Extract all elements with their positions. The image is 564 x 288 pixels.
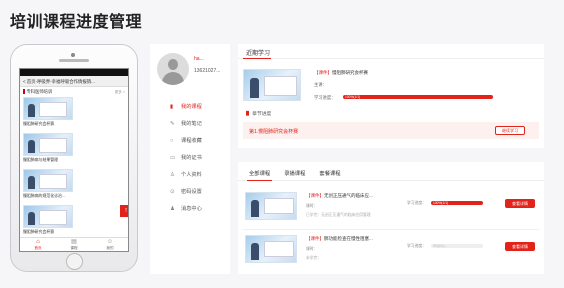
course-hours: 课时： — [306, 204, 318, 208]
menu-item-my-notes[interactable]: ✎ 我的笔记 — [150, 115, 230, 132]
section-header-specialist: 专科医师培训 更多 > — [20, 87, 128, 97]
star-icon: ○ — [170, 137, 174, 144]
home-icon: ⌂ — [36, 239, 40, 245]
user-phone: 13621027... — [194, 68, 221, 74]
menu-item-my-courses[interactable]: ▮ 我的课程 — [150, 98, 230, 115]
course-icon: ▮ — [170, 103, 174, 110]
course-row: 【课件】肺功能检查在慢性阻塞... 课时： 未学完： 学习进度： 0%(0/1)… — [243, 232, 539, 270]
course-progress-bar: 0%(0/1) — [431, 244, 483, 248]
course-card-title: 慢阻肺病与结果管理 — [23, 157, 59, 162]
tab-package-courses[interactable]: 套餐课程 — [312, 162, 347, 180]
profile-menu: ▮ 我的课程 ✎ 我的笔记 ○ 课程收藏 ▭ 我的证书 ♙ 个人资料 ⊙ 密码设置 ♟ 消息中… — [150, 98, 230, 217]
course-thumbnail[interactable] — [245, 235, 297, 263]
arrow-up-icon[interactable]: ↑ — [120, 205, 128, 217]
course-title[interactable]: 【课件】无创正压通气的临床应... — [306, 193, 373, 199]
course-status: 未学完： — [306, 256, 322, 260]
course-progress-label: 学习进度： — [407, 244, 426, 248]
course-thumbnail — [23, 133, 73, 156]
menu-item-profile[interactable]: ♙ 个人资料 — [150, 166, 230, 183]
menu-item-password[interactable]: ⊙ 密码设置 — [150, 183, 230, 200]
course-title[interactable]: 【课件】肺功能检查在慢性阻塞... — [306, 236, 373, 242]
course-card-title: 慢阻肺研究会杯赛 — [23, 121, 55, 126]
course-thumbnail — [23, 97, 73, 120]
progress-fill: 100%(1/1) — [343, 95, 493, 99]
note-icon: ✎ — [170, 120, 175, 127]
lock-icon: ⊙ — [170, 188, 175, 195]
tab-home[interactable]: ⌂ 首页 — [20, 238, 56, 251]
phone-mockup: < 首页-呼吸界-幸福呼吸合作情报销... 专科医师培训 更多 > 慢阻肺研究会… — [10, 44, 138, 272]
course-card[interactable]: 慢阻肺病的规范化诊治... — [23, 169, 73, 202]
recent-lecturer: 主讲： — [314, 82, 327, 87]
book-icon: ▤ — [71, 239, 77, 245]
tab-all-courses[interactable]: 全部课程 — [242, 162, 277, 181]
user-icon: ☺ — [106, 239, 114, 245]
progress-fill: 100%(1/1) — [431, 201, 483, 205]
phone-screen: < 首页-呼吸界-幸福呼吸合作情报销... 专科医师培训 更多 > 慢阻肺研究会… — [19, 68, 129, 252]
more-link[interactable]: 更多 > — [115, 90, 125, 95]
menu-item-favorites[interactable]: ○ 课程收藏 — [150, 132, 230, 149]
view-details-button[interactable]: 查看详情 — [505, 242, 535, 251]
mobile-tab-bar: ⌂ 首页 ▤ 课程 ☺ 我的 — [20, 237, 128, 251]
menu-item-certificates[interactable]: ▭ 我的证书 — [150, 149, 230, 166]
camera-icon — [71, 53, 75, 57]
speaker-grill — [59, 59, 89, 62]
home-button[interactable] — [66, 253, 83, 270]
status-bar — [20, 69, 128, 76]
course-hours: 课时： — [306, 247, 318, 251]
menu-item-messages[interactable]: ♟ 消息中心 — [150, 200, 230, 217]
course-thumbnail[interactable] — [245, 192, 297, 220]
view-details-button[interactable]: 查看详情 — [505, 199, 535, 208]
course-tabs: 全部课程 录播课程 套餐课程 — [238, 162, 544, 181]
chapter-row: 第1.慢阻肺研究会杯赛 继续学习 — [243, 122, 539, 139]
course-card[interactable]: 慢阻肺病与结果管理 — [23, 133, 73, 166]
message-icon: ♟ — [170, 205, 175, 212]
tab-recorded-courses[interactable]: 录播课程 — [277, 162, 312, 180]
recent-course-thumbnail[interactable] — [243, 69, 301, 101]
course-card[interactable]: 慢阻肺研究会杯赛 — [23, 205, 73, 238]
course-card-title: 慢阻肺病的规范化诊治... — [23, 193, 66, 198]
course-progress-label: 学习进度： — [407, 201, 426, 205]
course-thumbnail — [23, 205, 73, 228]
tab-courses[interactable]: ▤ 课程 — [56, 238, 92, 251]
course-card-grid: 慢阻肺研究会杯赛 慢阻肺病与结果管理 慢阻肺病的规范化诊治... 慢阻肺研究会杯… — [20, 97, 128, 238]
user-icon: ♙ — [170, 171, 175, 178]
chapter-current: 第1.慢阻肺研究会杯赛 — [249, 129, 299, 135]
recent-course-title[interactable]: 【课件】慢阻肺研究会杯赛 — [314, 70, 368, 76]
chapter-progress: ▋ 章节进度 — [246, 112, 272, 117]
row-divider — [243, 229, 539, 230]
course-status: 已学完：无创正压通气的临床应用管理 — [306, 213, 371, 217]
course-thumbnail — [23, 169, 73, 192]
course-row: 【课件】无创正压通气的临床应... 课时： 已学完：无创正压通气的临床应用管理 … — [243, 189, 539, 227]
continue-button[interactable]: 继续学习 — [495, 126, 525, 135]
panel-header: 近期学习 — [238, 44, 544, 59]
user-name: ha... — [194, 56, 204, 62]
recent-progress-label: 学习进度： — [314, 95, 336, 100]
course-card[interactable]: 慢阻肺研究会杯赛 — [23, 97, 73, 130]
section-title: 专科医师培训 — [26, 89, 53, 94]
profile-sidebar: ha... 13621027... ▮ 我的课程 ✎ 我的笔记 ○ 课程收藏 ▭ 我的证… — [150, 44, 230, 274]
recent-study-panel: 近期学习 【课件】慢阻肺研究会杯赛 主讲： 学习进度： 100%(1/1) ▋ … — [238, 44, 544, 148]
progress-fill: 0%(0/1) — [433, 244, 445, 248]
certificate-icon: ▭ — [170, 154, 176, 161]
avatar[interactable] — [157, 53, 189, 85]
courses-panel: 全部课程 录播课程 套餐课程 【课件】无创正压通气的临床应... 课时： 已学完… — [238, 162, 544, 274]
tab-mine[interactable]: ☺ 我的 — [92, 238, 128, 251]
page-title: 培训课程进度管理 — [10, 14, 143, 31]
mobile-nav-bar[interactable]: < 首页-呼吸界-幸福呼吸合作情报销... — [20, 76, 128, 87]
course-progress-bar: 100%(1/1) — [431, 201, 483, 205]
recent-progress-bar: 100%(1/1) — [343, 95, 493, 99]
